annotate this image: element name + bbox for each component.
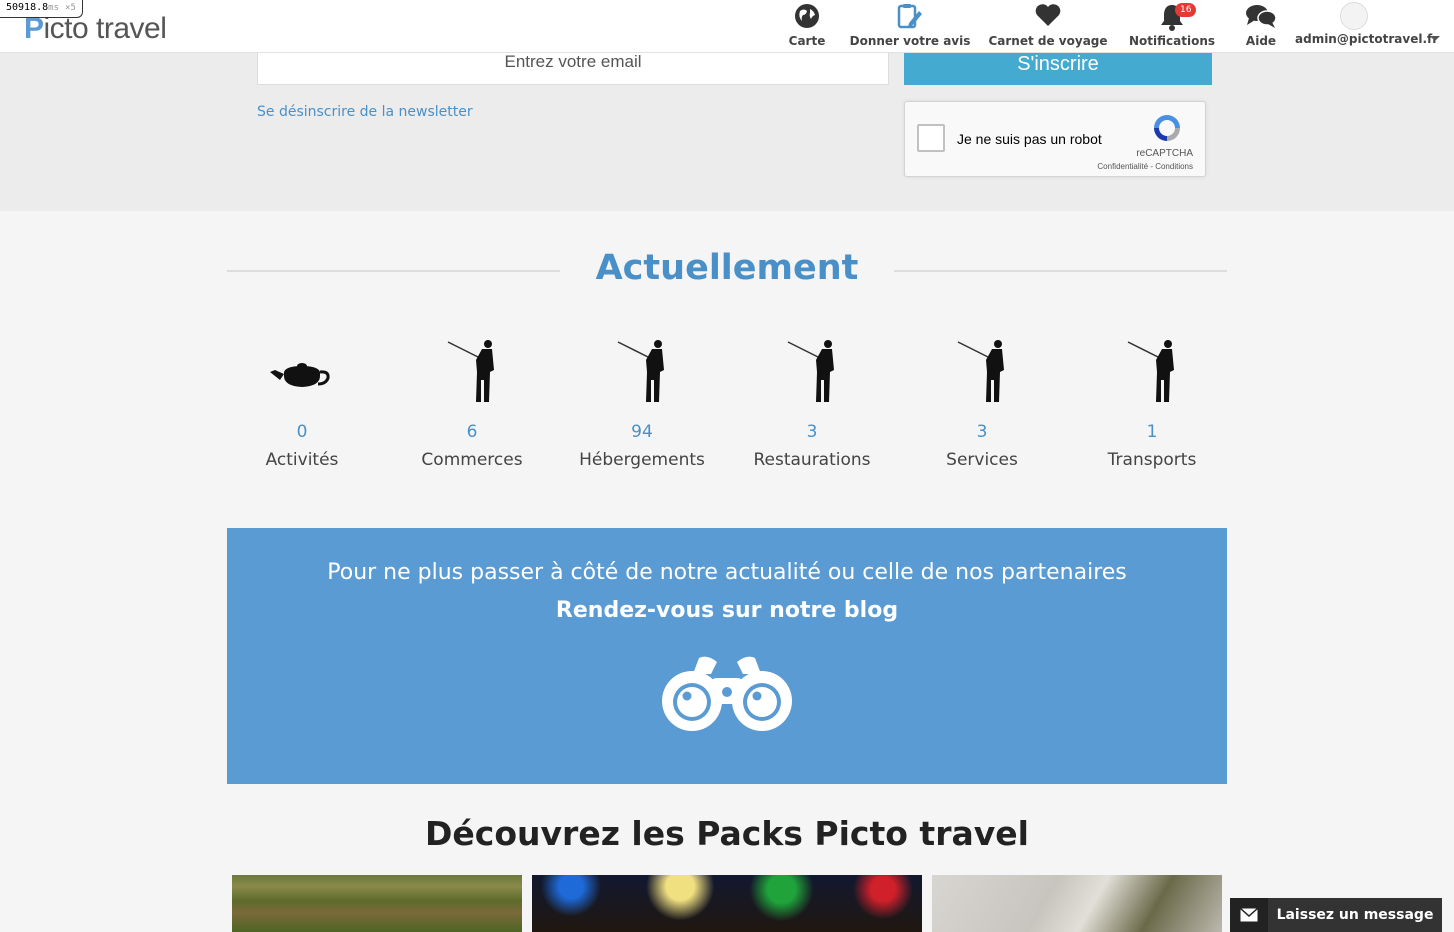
- nav-label-carte: Carte: [788, 34, 826, 48]
- timing-value: 50918.8: [6, 2, 49, 13]
- stat-count-activites: 0: [296, 422, 308, 442]
- timing-multiplier: ×5: [65, 3, 76, 13]
- email-input[interactable]: [257, 53, 889, 85]
- pack-card-oil[interactable]: [932, 875, 1222, 932]
- fisherman-icon: [617, 340, 664, 402]
- nav-carte[interactable]: Carte: [777, 0, 837, 53]
- newsletter-section: S'inscrire Se désinscrire de la newslett…: [0, 53, 1454, 211]
- stat-commerces[interactable]: 6 Commerces: [387, 330, 557, 470]
- recaptcha-brand: reCAPTCHA: [1136, 148, 1193, 159]
- user-menu[interactable]: admin@pictotravel.fr: [1294, 0, 1444, 53]
- stat-label-services: Services: [946, 450, 1018, 470]
- unsubscribe-link[interactable]: Se désinscrire de la newsletter: [257, 104, 473, 120]
- stat-services[interactable]: 3 Services: [897, 330, 1067, 470]
- timing-badge: 50918.8ms ×5: [0, 0, 83, 18]
- timing-unit: ms: [48, 3, 59, 13]
- captcha-checkbox[interactable]: [917, 124, 945, 152]
- nav-aide[interactable]: Aide: [1236, 0, 1286, 53]
- teapot-icon: [270, 363, 330, 387]
- binoculars-icon: [662, 656, 792, 731]
- avatar: [1340, 2, 1368, 30]
- chat-label: Laissez un message: [1276, 907, 1434, 923]
- nav-donner-avis[interactable]: Donner votre avis: [850, 0, 970, 53]
- globe-icon: [795, 4, 819, 28]
- blog-banner[interactable]: Pour ne plus passer à côté de notre actu…: [227, 528, 1227, 784]
- fisherman-icon: [787, 340, 834, 402]
- top-header: 50918.8ms ×5 Picto travel Carte Donner v…: [0, 0, 1454, 53]
- stat-label-commerces: Commerces: [421, 450, 523, 470]
- captcha-label: Je ne suis pas un robot: [957, 131, 1102, 147]
- nav-label-aide: Aide: [1245, 34, 1277, 48]
- stat-label-hebergements: Hébergements: [579, 450, 705, 470]
- stat-count-services: 3: [976, 422, 988, 442]
- divider-right: [894, 270, 1227, 272]
- chevron-down-icon: [1430, 36, 1440, 41]
- stat-label-transports: Transports: [1107, 450, 1197, 470]
- fisherman-icon: [957, 340, 1004, 402]
- nav-label-notifications: Notifications: [1128, 34, 1216, 48]
- packs-title: Découvrez les Packs Picto travel: [425, 814, 1029, 853]
- blog-banner-link-text: Rendez-vous sur notre blog: [555, 598, 899, 623]
- chat-bubbles-icon: [1246, 5, 1277, 28]
- blog-banner-text: Pour ne plus passer à côté de notre actu…: [327, 560, 1127, 585]
- pack-card-landscape[interactable]: [232, 875, 522, 932]
- stat-count-transports: 1: [1146, 422, 1158, 442]
- nav-notifications[interactable]: 16 Notifications: [1128, 0, 1216, 53]
- stat-restaurations[interactable]: 3 Restaurations: [727, 330, 897, 470]
- nav-label-avis: Donner votre avis: [849, 34, 971, 48]
- stat-hebergements[interactable]: 94 Hébergements: [557, 330, 727, 470]
- recaptcha-widget: Je ne suis pas un robot reCAPTCHA Confid…: [904, 101, 1206, 177]
- nav-label-carnet: Carnet de voyage: [988, 34, 1108, 48]
- heart-icon: [1035, 4, 1061, 26]
- clipboard-edit-icon: [897, 4, 922, 29]
- stat-label-restaurations: Restaurations: [753, 450, 871, 470]
- stat-count-hebergements: 94: [631, 422, 653, 442]
- live-chat-button[interactable]: Laissez un message: [1230, 898, 1442, 932]
- stat-count-commerces: 6: [466, 422, 478, 442]
- stat-transports[interactable]: 1 Transports: [1067, 330, 1237, 470]
- subscribe-button[interactable]: S'inscrire: [904, 53, 1212, 85]
- recaptcha-links[interactable]: Confidentialité - Conditions: [1097, 162, 1193, 171]
- user-email: admin@pictotravel.fr: [1295, 32, 1439, 46]
- fisherman-icon: [1127, 340, 1174, 402]
- envelope-icon: [1230, 898, 1268, 932]
- stat-activites[interactable]: 0 Activités: [217, 330, 387, 470]
- stat-label-activites: Activités: [265, 450, 339, 470]
- notification-count-badge: 16: [1175, 3, 1197, 17]
- stat-count-restaurations: 3: [806, 422, 818, 442]
- recaptcha-logo-icon: [1154, 115, 1180, 141]
- fisherman-icon: [447, 340, 494, 402]
- section-title-actuellement: Actuellement: [595, 248, 859, 288]
- nav-carnet-voyage[interactable]: Carnet de voyage: [988, 0, 1108, 53]
- pack-card-lights[interactable]: [532, 875, 922, 932]
